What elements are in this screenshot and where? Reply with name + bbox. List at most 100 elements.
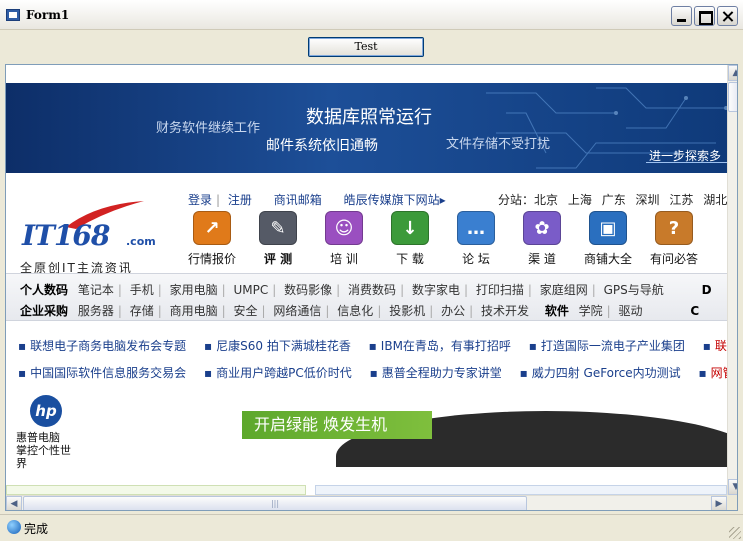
site-logo[interactable]: IT168 .com 全原创IT主流资讯 (6, 173, 168, 275)
category-link[interactable]: GPS与导航 (604, 283, 664, 297)
category-link[interactable]: 服务器 (78, 304, 114, 318)
news-link[interactable]: 尼康S60 拍下满城桂花香 (216, 339, 351, 353)
channel-dealers[interactable]: ✿ 渠 道 (514, 211, 570, 267)
vertical-scroll-thumb[interactable] (728, 82, 737, 112)
web-browser[interactable]: 财务软件继续工作 数据库照常运行 邮件系统依旧通畅 文件存储不受打扰 进一步探索… (5, 64, 738, 511)
category-bar: 个人数码 笔记本 | 手机 | 家用电脑 | UMPC | 数码影像 | 消费数码 | 数字… (6, 273, 727, 321)
channel-qa[interactable]: ? 有问必答 (646, 211, 702, 267)
horizontal-scrollbar[interactable]: ◀ ||| ▶ (6, 495, 727, 510)
category-link[interactable]: 安全 (234, 304, 258, 318)
category-link[interactable]: 驱动 (619, 304, 643, 318)
resize-grip[interactable] (729, 527, 741, 539)
category-row-enterprise: 企业采购 服务器 | 存储 | 商用电脑 | 安全 | 网络通信 | 信息化 | 投影机 | … (20, 304, 700, 318)
category-link[interactable]: D (702, 283, 712, 297)
category-link[interactable]: 投影机 (389, 304, 425, 318)
category-link[interactable]: 消费数码 (348, 283, 396, 297)
channel-label: 评 测 (263, 252, 293, 266)
green-ad-text: 开启绿能 焕发生机 (242, 411, 432, 439)
channel-reviews[interactable]: ✎ 评 测 (250, 211, 306, 267)
city-hu[interactable]: 湖 (737, 193, 738, 207)
city-beijing[interactable]: 分站：北京 (498, 193, 558, 207)
cart-icon: ▣ (589, 211, 627, 245)
hp-logo-icon: hp (30, 395, 62, 427)
scroll-up-icon[interactable]: ▲ (728, 65, 737, 81)
window-icon (6, 9, 20, 21)
close-button[interactable] (717, 6, 738, 26)
category-link[interactable]: 家用电脑 (170, 283, 218, 297)
category-link[interactable]: C (690, 304, 699, 318)
channel-training[interactable]: ☺ 培 训 (316, 211, 372, 267)
category-link[interactable]: 商用电脑 (170, 304, 218, 318)
hp-green-ad[interactable]: 开启绿能 焕发生机 (226, 391, 727, 467)
window-title: Form1 (26, 8, 70, 22)
banner-text-3: 邮件系统依旧通畅 (266, 138, 378, 154)
banner-text-1: 财务软件继续工作 (156, 121, 261, 136)
category-head[interactable]: 企业采购 (20, 304, 68, 318)
top-banner-ad[interactable]: 财务软件继续工作 数据库照常运行 邮件系统依旧通畅 文件存储不受打扰 进一步探索… (6, 83, 727, 173)
channel-forum[interactable]: … 论 坛 (448, 211, 504, 267)
horizontal-scroll-thumb[interactable]: ||| (23, 496, 527, 510)
channel-label: 渠 道 (528, 252, 556, 266)
test-button[interactable]: Test (308, 37, 424, 57)
category-link[interactable]: 信息化 (337, 304, 373, 318)
channel-label: 论 坛 (462, 252, 490, 266)
channel-icons: ↗ 行情报价 ✎ 评 测 ☺ 培 训 ↓ 下 载 … 论 坛 ✿ 渠 道 ▣ 商… (184, 211, 729, 271)
news-link[interactable]: 中国国际软件信息服务交易会 (30, 366, 186, 380)
login-link[interactable]: 登录 (188, 193, 212, 207)
city-hubei[interactable]: 湖北 (703, 193, 727, 207)
category-link[interactable]: 数字家电 (412, 283, 460, 297)
hp-slogan-2: 掌控个性世界 (16, 444, 71, 470)
category-link[interactable]: UMPC (234, 283, 269, 297)
hp-ad-logo[interactable]: hp 惠普电脑 掌控个性世界 (16, 395, 76, 470)
scroll-down-icon[interactable]: ▼ (728, 479, 737, 495)
channel-download[interactable]: ↓ 下 载 (382, 211, 438, 267)
status-bar: 完成 (0, 514, 743, 541)
category-link[interactable]: 学院 (579, 304, 603, 318)
maximize-button[interactable] (694, 6, 715, 26)
news-link[interactable]: 威力四射 GeForce内功测试 (532, 366, 681, 380)
channel-label: 下 载 (396, 252, 424, 266)
city-jiangsu[interactable]: 江苏 (669, 193, 693, 207)
top-links: 登录 | 注册 商讯邮箱 皓辰传媒旗下网站▸ (188, 193, 446, 207)
category-head[interactable]: 个人数码 (20, 283, 68, 297)
logo-domain: .com (126, 235, 156, 248)
title-bar: Form1 (0, 0, 743, 30)
news-row-1: ▪ 联想电子商务电脑发布会专题 ▪ 尼康S60 拍下满城桂花香 ▪ IBM在青岛，有事… (18, 337, 737, 354)
channel-label: 行情报价 (187, 252, 236, 266)
news-link[interactable]: 联想电子商务电脑发布会专题 (30, 339, 186, 353)
scroll-corner (727, 495, 737, 510)
network-sites-link[interactable]: 皓辰传媒旗下网站▸ (344, 193, 446, 207)
chart-up-icon: ↗ (193, 211, 231, 245)
category-link[interactable]: 存储 (130, 304, 154, 318)
category-link[interactable]: 数码影像 (284, 283, 332, 297)
mail-link[interactable]: 商讯邮箱 (274, 193, 322, 207)
category-link[interactable]: 家庭组网 (540, 283, 588, 297)
city-shenzhen[interactable]: 深圳 (636, 193, 660, 207)
category-head[interactable]: 软件 (545, 304, 569, 318)
channel-quotes[interactable]: ↗ 行情报价 (184, 211, 240, 267)
category-link[interactable]: 打印扫描 (476, 283, 524, 297)
channel-shops[interactable]: ▣ 商铺大全 (580, 211, 636, 267)
vertical-scrollbar[interactable]: ▲ ▼ (727, 65, 737, 495)
category-link[interactable]: 技术开发 (481, 304, 529, 318)
category-link[interactable]: 网络通信 (273, 304, 321, 318)
scroll-right-icon[interactable]: ▶ (711, 496, 727, 510)
chat-bubble-icon: … (457, 211, 495, 245)
news-link[interactable]: 商业用户跨越PC低价时代 (216, 366, 352, 380)
minimize-button[interactable] (671, 6, 692, 26)
news-row-2: ▪ 中国国际软件信息服务交易会 ▪ 商业用户跨越PC低价时代 ▪ 惠普全程助力专家讲堂… (18, 364, 737, 381)
news-link[interactable]: 打造国际一流电子产业集团 (541, 339, 685, 353)
category-link[interactable]: 手机 (130, 283, 154, 297)
news-link[interactable]: 惠普全程助力专家讲堂 (382, 366, 502, 380)
news-link[interactable]: IBM在青岛，有事打招呼 (381, 339, 511, 353)
bottom-panel-right (315, 485, 727, 495)
city-guangdong[interactable]: 广东 (602, 193, 626, 207)
channel-label: 有问必答 (649, 252, 698, 266)
banner-text-4: 文件存储不受打扰 (446, 137, 551, 152)
category-link[interactable]: 笔记本 (78, 283, 114, 297)
scroll-left-icon[interactable]: ◀ (6, 496, 22, 510)
category-link[interactable]: 办公 (441, 304, 465, 318)
register-link[interactable]: 注册 (228, 193, 252, 207)
city-shanghai[interactable]: 上海 (568, 193, 592, 207)
category-row-personal: 个人数码 笔记本 | 手机 | 家用电脑 | UMPC | 数码影像 | 消费数码 | 数字… (20, 283, 712, 297)
